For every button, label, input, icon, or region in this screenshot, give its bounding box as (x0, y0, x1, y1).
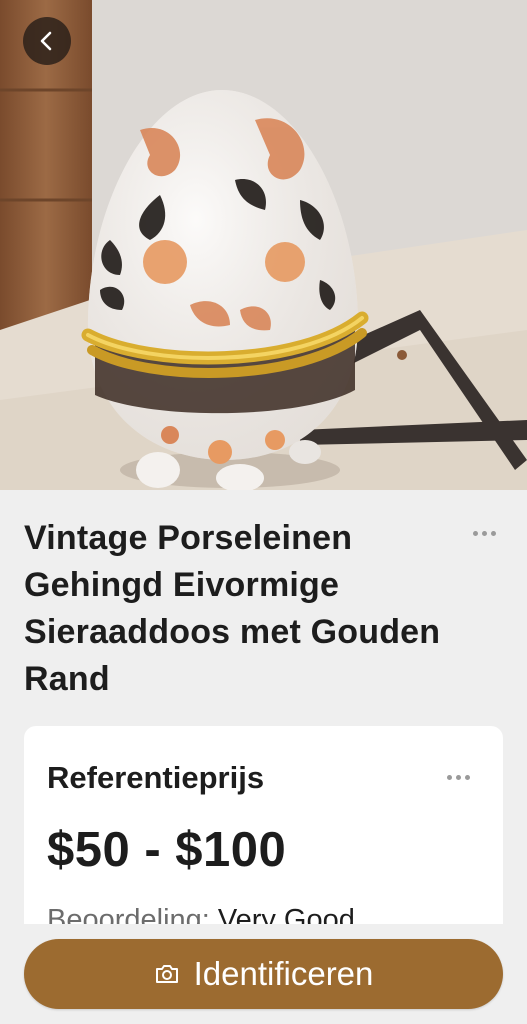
back-button[interactable] (23, 17, 71, 65)
card-more-button[interactable] (447, 775, 470, 780)
product-image (0, 0, 527, 490)
product-title-area: Vintage Porseleinen Gehingd Eivormige Si… (24, 515, 464, 703)
more-horizontal-icon (447, 775, 452, 780)
chevron-left-icon (40, 31, 52, 51)
camera-icon (154, 963, 180, 985)
identify-label: Identificeren (193, 955, 374, 992)
price-range: $50 - $100 (47, 823, 287, 877)
more-options-button[interactable] (473, 531, 496, 536)
reference-price-label: Referentieprijs (47, 760, 265, 795)
product-title: Vintage Porseleinen Gehingd Eivormige Si… (24, 519, 441, 698)
more-horizontal-icon (473, 531, 478, 536)
identify-button[interactable]: Identificeren (24, 939, 503, 1009)
